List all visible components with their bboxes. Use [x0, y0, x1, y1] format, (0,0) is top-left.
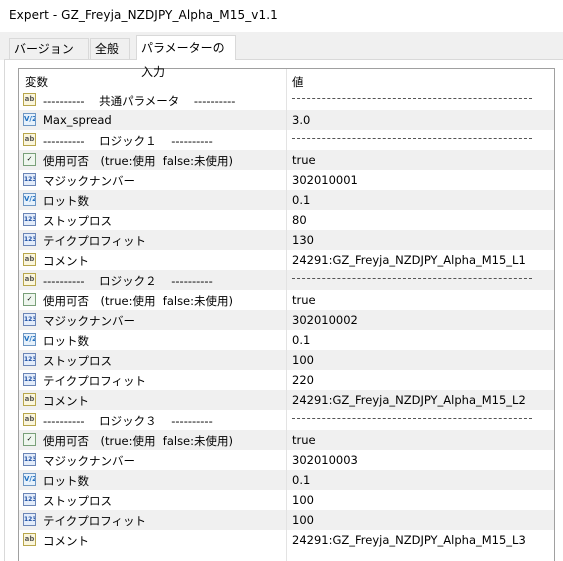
text-type-icon: ab: [23, 253, 36, 266]
parameter-name: テイクプロフィット: [43, 234, 147, 248]
column-header-value[interactable]: 値: [292, 74, 304, 90]
integer-type-icon: 123: [23, 373, 36, 386]
parameter-name: コメント: [43, 254, 89, 268]
text-type-icon: ab: [23, 533, 36, 546]
tab-general[interactable]: 全般: [90, 38, 130, 59]
parameter-name: ---------- ロジック３ ----------: [43, 414, 213, 428]
integer-type-icon: 123: [23, 353, 36, 366]
separator-line: [292, 138, 532, 139]
text-type-icon: ab: [23, 273, 36, 286]
parameter-value[interactable]: 3.0: [292, 113, 310, 127]
separator-line: [292, 98, 532, 99]
integer-type-icon: 123: [23, 173, 36, 186]
tab-input-parameters[interactable]: パラメーターの入力: [136, 35, 236, 79]
bool-type-icon: ✓: [23, 153, 36, 166]
column-header-variable[interactable]: 変数: [25, 74, 48, 90]
parameter-value[interactable]: 80: [292, 213, 307, 227]
double-type-icon: V/2: [23, 113, 36, 126]
double-type-icon: V/2: [23, 333, 36, 346]
bool-type-icon: ✓: [23, 293, 36, 306]
integer-type-icon: 123: [23, 493, 36, 506]
parameter-name: 使用可否 (true:使用 false:未使用): [43, 154, 233, 168]
parameter-name: ロット数: [43, 334, 89, 348]
text-type-icon: ab: [23, 133, 36, 146]
parameter-name: ---------- ロジック１ ----------: [43, 134, 213, 148]
parameter-value[interactable]: 100: [292, 353, 314, 367]
parameter-value[interactable]: 220: [292, 373, 314, 387]
column-separator[interactable]: [286, 69, 287, 561]
parameter-name: テイクプロフィット: [43, 514, 147, 528]
parameter-value[interactable]: 0.1: [292, 193, 310, 207]
parameter-name: ストップロス: [43, 354, 112, 368]
parameter-value[interactable]: 302010002: [292, 313, 358, 327]
parameter-value[interactable]: true: [292, 293, 316, 307]
parameter-value[interactable]: 24291:GZ_Freyja_NZDJPY_Alpha_M15_L1: [292, 253, 526, 267]
text-type-icon: ab: [23, 393, 36, 406]
parameter-value[interactable]: 24291:GZ_Freyja_NZDJPY_Alpha_M15_L3: [292, 533, 526, 547]
parameter-name: 使用可否 (true:使用 false:未使用): [43, 294, 233, 308]
bool-type-icon: ✓: [23, 433, 36, 446]
integer-type-icon: 123: [23, 233, 36, 246]
parameter-value[interactable]: 302010001: [292, 173, 358, 187]
integer-type-icon: 123: [23, 513, 36, 526]
parameter-name: コメント: [43, 534, 89, 548]
title-bar: Expert - GZ_Freyja_NZDJPY_Alpha_M15_v1.1: [0, 0, 563, 32]
parameter-value[interactable]: 24291:GZ_Freyja_NZDJPY_Alpha_M15_L2: [292, 393, 526, 407]
parameter-name: 使用可否 (true:使用 false:未使用): [43, 434, 233, 448]
parameter-value[interactable]: 0.1: [292, 333, 310, 347]
double-type-icon: V/2: [23, 193, 36, 206]
integer-type-icon: 123: [23, 313, 36, 326]
parameter-name: ストップロス: [43, 214, 112, 228]
parameter-name: ロット数: [43, 474, 89, 488]
parameter-name: コメント: [43, 394, 89, 408]
parameter-value[interactable]: 130: [292, 233, 314, 247]
parameter-value[interactable]: true: [292, 433, 316, 447]
parameter-value[interactable]: 100: [292, 513, 314, 527]
parameter-name: テイクプロフィット: [43, 374, 147, 388]
window-title: Expert - GZ_Freyja_NZDJPY_Alpha_M15_v1.1: [9, 8, 278, 22]
integer-type-icon: 123: [23, 213, 36, 226]
parameter-value[interactable]: 100: [292, 493, 314, 507]
parameter-name: ---------- 共通パラメータ ----------: [43, 94, 236, 108]
parameter-value[interactable]: 0.1: [292, 473, 310, 487]
text-type-icon: ab: [23, 413, 36, 426]
text-type-icon: ab: [23, 93, 36, 106]
separator-line: [292, 278, 532, 279]
parameter-name: マジックナンバー: [43, 454, 135, 468]
parameters-table: 変数 値 ab ---------- 共通パラメータ ---------- V/2 M…: [18, 68, 555, 561]
parameter-name: マジックナンバー: [43, 314, 135, 328]
panel-edge: [4, 60, 5, 561]
parameter-name: マジックナンバー: [43, 174, 135, 188]
tab-version-info[interactable]: バージョン情報: [9, 38, 89, 76]
parameter-value[interactable]: true: [292, 153, 316, 167]
parameter-name: Max_spread: [43, 113, 112, 127]
parameter-name: ストップロス: [43, 494, 112, 508]
separator-line: [292, 418, 532, 419]
parameter-name: ---------- ロジック２ ----------: [43, 274, 213, 288]
double-type-icon: V/2: [23, 473, 36, 486]
parameter-name: ロット数: [43, 194, 89, 208]
integer-type-icon: 123: [23, 453, 36, 466]
parameter-value[interactable]: 302010003: [292, 453, 358, 467]
